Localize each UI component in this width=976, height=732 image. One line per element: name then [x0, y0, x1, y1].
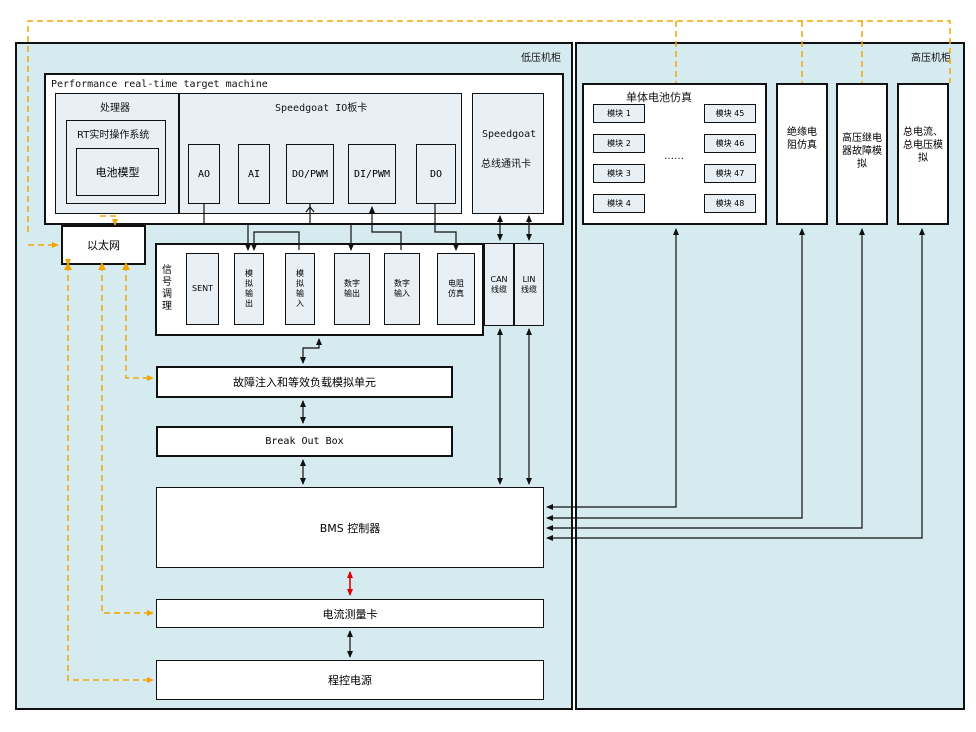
io-to-signal-links: [203, 204, 532, 658]
connection-lines: [27, 20, 951, 683]
hv-to-bms-links: [546, 228, 925, 541]
ethernet-links: [27, 20, 951, 683]
